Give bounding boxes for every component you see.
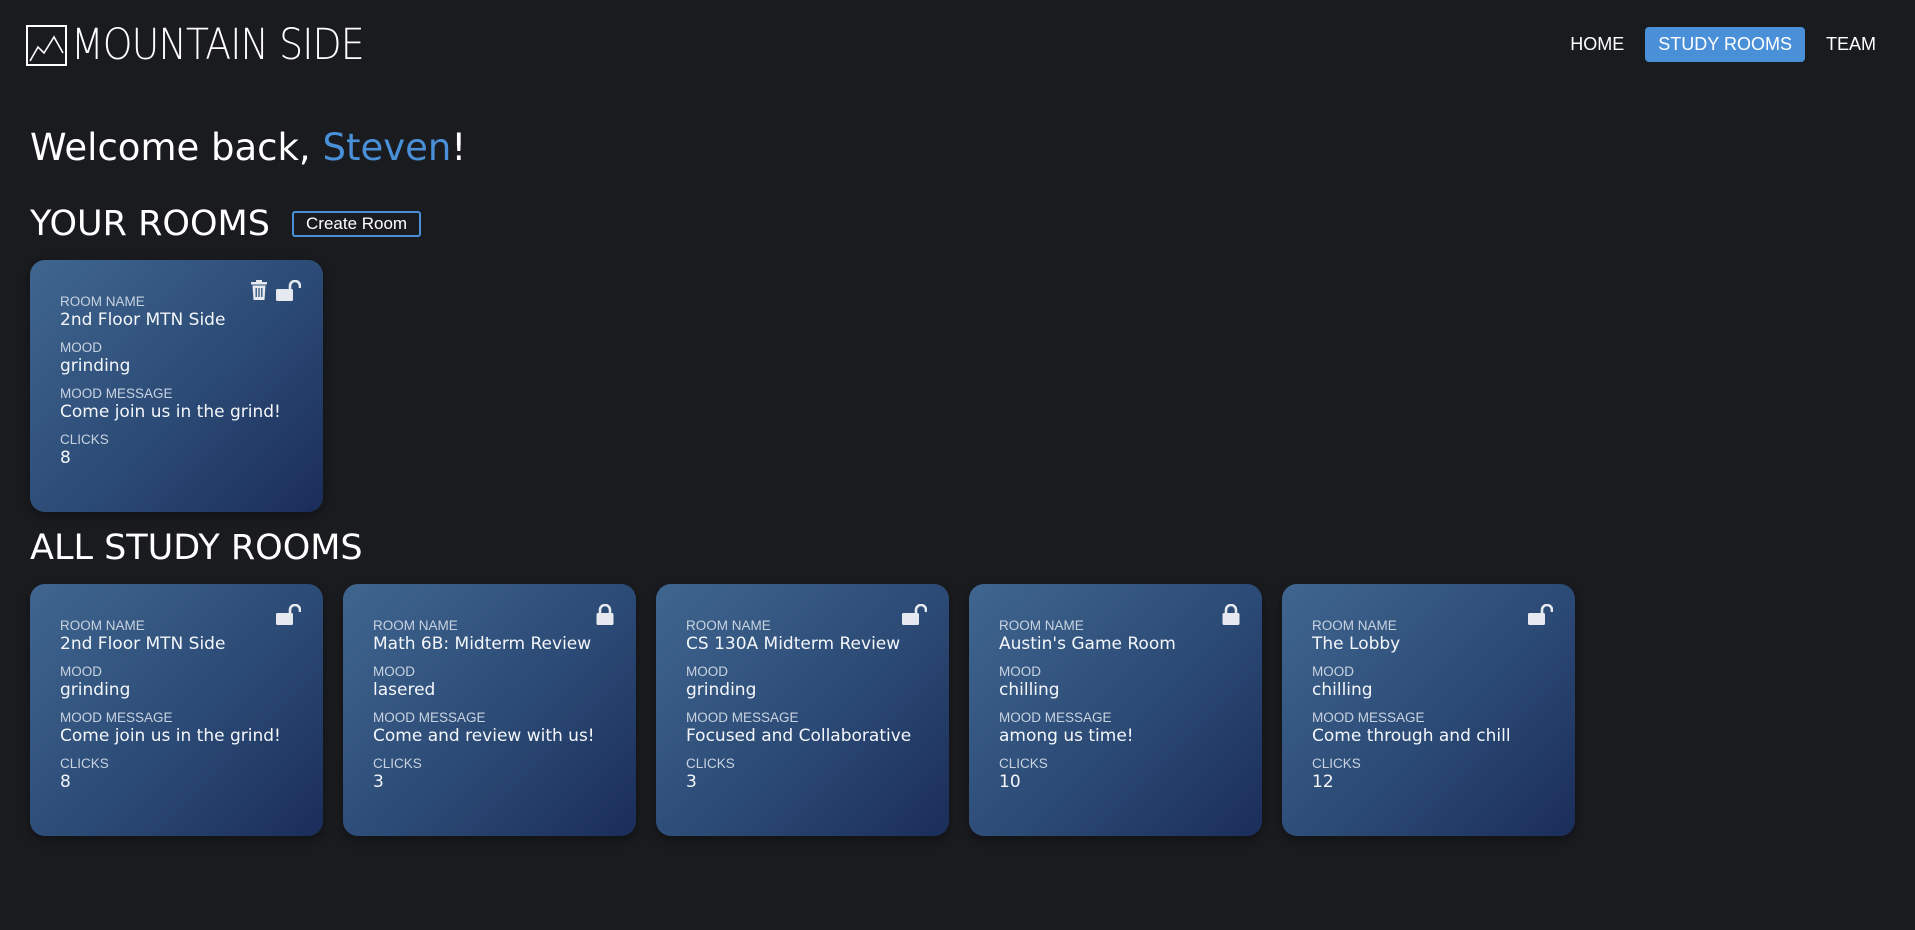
nav-team-link[interactable]: TEAM [1813,27,1889,62]
clicks-label: CLICKS [60,432,109,447]
room-name-label: ROOM NAME [686,618,771,633]
unlock-icon[interactable] [276,279,302,305]
mood-value: chilling [1312,680,1373,700]
card-actions [1214,603,1240,629]
room-name-value: 2nd Floor MTN Side [60,310,226,330]
clicks-value: 8 [60,772,71,792]
room-name-label: ROOM NAME [999,618,1084,633]
room-name-value: Austin's Game Room [999,634,1176,654]
welcome-user-name: Steven [322,126,452,169]
study-room-card[interactable]: ROOM NAME 2nd Floor MTN Side MOOD grindi… [30,584,323,836]
trash-icon[interactable] [250,280,268,305]
mood-label: MOOD [373,664,415,679]
clicks-value: 12 [1312,772,1334,792]
unlock-icon[interactable] [276,603,302,629]
mood-message-label: MOOD MESSAGE [686,710,799,725]
room-name-label: ROOM NAME [373,618,458,633]
mood-message-label: MOOD MESSAGE [60,710,173,725]
room-name-value: CS 130A Midterm Review [686,634,901,654]
mood-value: grinding [60,356,131,376]
lock-icon[interactable] [596,603,614,629]
welcome-suffix: ! [451,126,467,169]
mood-message-label: MOOD MESSAGE [999,710,1112,725]
your-rooms-title: YOUR ROOMS [30,204,270,244]
unlock-icon[interactable] [1528,603,1554,629]
mood-value: grinding [60,680,131,700]
mood-message-value: among us time! [999,726,1134,746]
room-name-label: ROOM NAME [1312,618,1397,633]
brand[interactable]: MOUNTAIN SIDE [26,24,404,67]
navbar: MOUNTAIN SIDE HOME STUDY ROOMS TEAM [0,0,1915,90]
mood-label: MOOD [1312,664,1354,679]
mountain-icon [26,25,67,66]
nav-home-link[interactable]: HOME [1557,27,1637,62]
study-room-card[interactable]: ROOM NAME Math 6B: Midterm Review MOOD l… [343,584,636,836]
mood-message-value: Come and review with us! [373,726,595,746]
nav-study-rooms-link[interactable]: STUDY ROOMS [1645,27,1805,62]
clicks-value: 3 [373,772,384,792]
mood-label: MOOD [60,664,102,679]
unlock-icon[interactable] [902,603,928,629]
mood-message-label: MOOD MESSAGE [1312,710,1425,725]
mood-message-label: MOOD MESSAGE [373,710,486,725]
brand-name: MOUNTAIN SIDE [71,20,365,70]
clicks-label: CLICKS [1312,756,1361,771]
mood-label: MOOD [60,340,102,355]
mood-value: chilling [999,680,1060,700]
study-room-card[interactable]: ROOM NAME The Lobby MOOD chilling MOOD M… [1282,584,1575,836]
mood-value: lasered [373,680,436,700]
lock-icon[interactable] [1222,603,1240,629]
mood-value: grinding [686,680,757,700]
mood-message-value: Focused and Collaborative [686,726,912,746]
clicks-label: CLICKS [686,756,735,771]
study-room-card[interactable]: ROOM NAME Austin's Game Room MOOD chilli… [969,584,1262,836]
card-actions [894,603,928,629]
all-study-rooms-title: ALL STUDY ROOMS [30,528,363,568]
card-actions [588,603,614,629]
mood-message-value: Come through and chill [1312,726,1511,746]
mood-label: MOOD [999,664,1041,679]
create-room-button[interactable]: Create Room [292,211,422,237]
room-name-value: The Lobby [1312,634,1401,654]
clicks-label: CLICKS [999,756,1048,771]
welcome-heading: Welcome back, Steven! [30,126,466,170]
mood-message-value: Come join us in the grind! [60,402,281,422]
card-actions [1520,603,1554,629]
room-name-value: 2nd Floor MTN Side [60,634,226,654]
mood-message-label: MOOD MESSAGE [60,386,173,401]
mood-label: MOOD [686,664,728,679]
clicks-value: 10 [999,772,1021,792]
card-actions [268,603,302,629]
card-actions [242,279,302,305]
clicks-value: 3 [686,772,697,792]
room-name-label: ROOM NAME [60,618,145,633]
room-name-value: Math 6B: Midterm Review [373,634,592,654]
your-room-card[interactable]: ROOM NAME 2nd Floor MTN Side MOOD grindi… [30,260,323,512]
study-room-card[interactable]: ROOM NAME CS 130A Midterm Review MOOD gr… [656,584,949,836]
clicks-label: CLICKS [373,756,422,771]
mood-message-value: Come join us in the grind! [60,726,281,746]
welcome-prefix: Welcome back, [30,126,323,169]
clicks-label: CLICKS [60,756,109,771]
nav-links: HOME STUDY ROOMS TEAM [1549,27,1889,62]
clicks-value: 8 [60,448,71,468]
